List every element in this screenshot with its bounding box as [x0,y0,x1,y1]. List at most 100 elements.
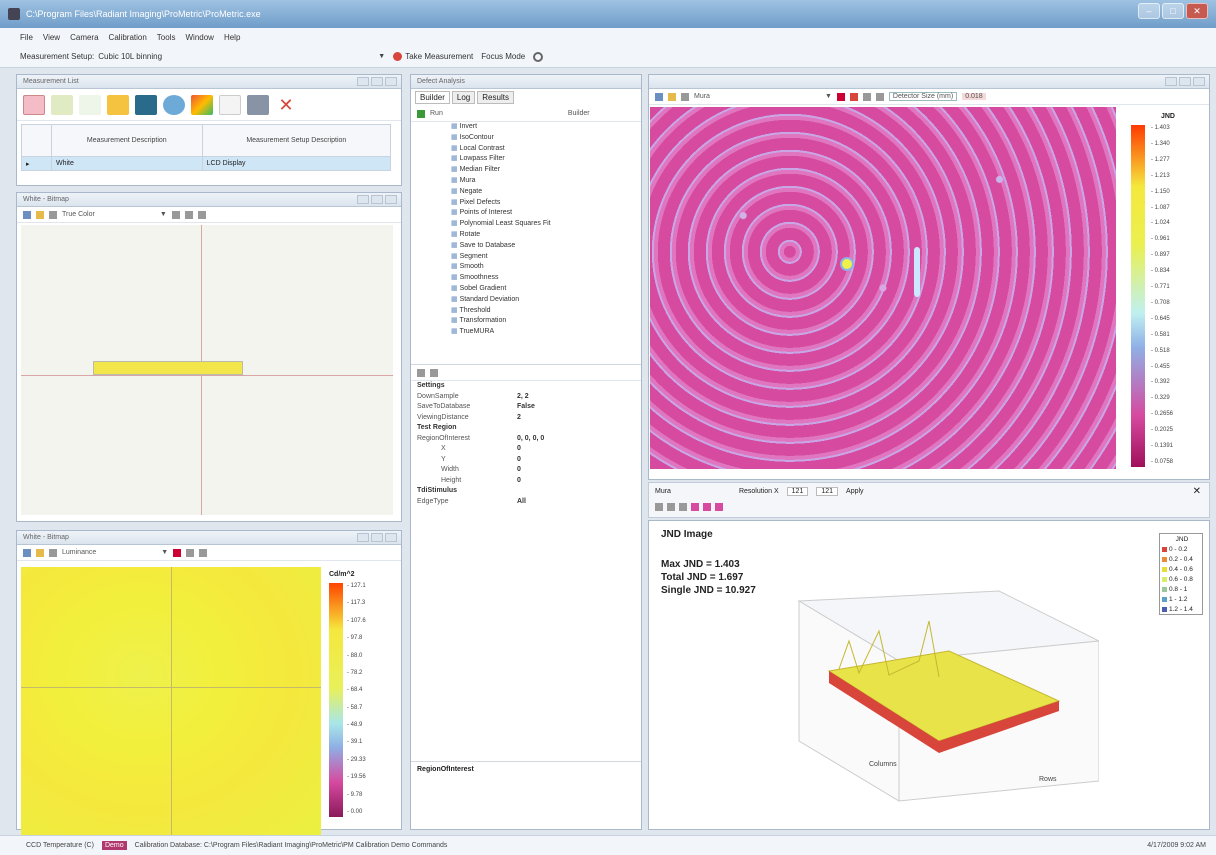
copy-icon[interactable] [681,92,689,101]
chevron-down-icon[interactable]: ▼ [160,211,167,218]
property-row[interactable]: Height 0 [411,476,641,487]
close-icon[interactable]: ✕ [1193,486,1201,497]
resolution-x-input[interactable]: 121 [786,486,809,496]
tree-item[interactable]: Smoothness [451,273,641,284]
property-row[interactable]: X0 [411,444,641,455]
panel-close-button[interactable] [385,77,397,86]
tree-item[interactable]: Threshold [451,306,641,317]
luminance-image[interactable] [21,567,321,835]
zoom-in-icon[interactable] [862,92,871,101]
panel-maximize-button[interactable] [371,533,383,542]
chevron-down-icon[interactable]: ▼ [378,53,385,60]
take-measurement-button[interactable]: Take Measurement [393,52,473,61]
panel-close-button[interactable] [385,195,397,204]
zoom-in-icon[interactable] [184,210,193,219]
tree-item[interactable]: Local Contrast [451,144,641,155]
property-row[interactable]: DownSample 2, 2 [411,392,641,403]
panel-maximize-button[interactable] [1179,77,1191,86]
analyze-icon[interactable] [51,94,73,115]
print-icon[interactable] [655,503,663,511]
property-row[interactable]: Y0 [411,455,641,466]
color-icon[interactable] [191,94,213,115]
palette-icon[interactable] [715,503,723,511]
mode-select[interactable]: True Color [62,211,95,218]
false-color-icon[interactable] [836,92,845,101]
mode-select[interactable]: Mura [694,93,710,100]
tree-item[interactable]: Smooth [451,262,641,273]
tab-log[interactable]: Log [451,91,476,104]
tree-item[interactable]: Polynomial Least Squares Fit [451,219,641,230]
open-icon[interactable] [36,210,44,219]
save-icon[interactable] [655,92,663,101]
tree-item[interactable]: TrueMURA [451,327,641,338]
panel-close-button[interactable] [1193,77,1205,86]
zoom-out-icon[interactable] [197,210,206,219]
detector-size-input[interactable]: 0.018 [962,93,986,100]
delete-icon[interactable]: ✕ [275,95,297,115]
menu-file[interactable]: File [20,33,33,42]
panel-minimize-button[interactable] [357,77,369,86]
categorized-icon[interactable] [417,368,425,377]
panel-maximize-button[interactable] [371,77,383,86]
close-button[interactable]: ✕ [1186,3,1208,19]
stimulus-section[interactable]: TdiStimulus [411,486,457,497]
new-measurement-icon[interactable] [23,94,45,115]
line-chart-icon[interactable] [79,94,101,115]
builder-button[interactable]: Builder [568,110,590,117]
tree-item[interactable]: Rotate [451,230,641,241]
apply-button[interactable]: Apply [846,488,864,495]
false-color-icon[interactable] [173,548,182,557]
image-icon[interactable] [135,94,157,115]
run-icon[interactable] [417,109,425,118]
results-mode-select[interactable]: Mura [655,488,671,495]
tab-builder[interactable]: Builder [415,91,450,104]
maximize-button[interactable]: □ [1162,3,1184,19]
property-row[interactable]: SaveToDatabase False [411,402,641,413]
tree-item[interactable]: Save to Database [451,241,641,252]
tree-item[interactable]: Segment [451,252,641,263]
menu-view[interactable]: View [43,33,60,42]
table-row[interactable]: ▸ White LCD Display [21,156,392,171]
test-region-section[interactable]: Test Region [411,423,457,434]
copy-icon[interactable] [49,210,57,219]
true-color-image[interactable] [21,225,393,515]
tree-item[interactable]: Pixel Defects [451,198,641,209]
tree-item[interactable]: IsoContour [451,133,641,144]
alphabetical-icon[interactable] [430,368,438,377]
open-icon[interactable] [36,548,44,557]
tree-item[interactable]: Invert [451,122,641,133]
tree-item[interactable]: Standard Deviation [451,295,641,306]
zoom-out-icon[interactable] [875,92,884,101]
tab-results[interactable]: Results [477,91,514,104]
zoom-out-icon[interactable] [199,548,208,557]
mode-select[interactable]: Luminance [62,549,96,556]
menu-window[interactable]: Window [185,33,213,42]
copy-icon[interactable] [49,548,57,557]
column-header-setup[interactable]: Measurement Setup Description [201,124,392,157]
run-button[interactable]: Run [430,110,443,117]
menu-tools[interactable]: Tools [157,33,176,42]
detector-size-button[interactable]: Detector Size (mm) [888,92,958,101]
measurement-setup-select[interactable]: Cubic 10L binning [98,52,258,61]
report-icon[interactable] [247,94,269,115]
zoom-fit-icon[interactable] [171,210,180,219]
mura-image[interactable] [650,107,1116,469]
property-row[interactable]: EdgeType All [411,497,641,508]
operation-tree[interactable]: InvertIsoContourLocal ContrastLowpass Fi… [411,122,641,365]
minimize-button[interactable]: – [1138,3,1160,19]
column-header-description[interactable]: Measurement Description [51,124,203,157]
rotate-icon[interactable] [667,503,675,511]
chevron-down-icon[interactable]: ▼ [161,549,168,556]
panel-minimize-button[interactable] [357,195,369,204]
note-icon[interactable] [219,94,241,115]
menu-camera[interactable]: Camera [70,33,98,42]
tree-item[interactable]: Lowpass Filter [451,154,641,165]
tree-item[interactable]: Sobel Gradient [451,284,641,295]
property-row[interactable]: ViewingDistance 2 [411,413,641,424]
property-row[interactable]: Width 0 [411,465,641,476]
palette-icon[interactable] [691,503,699,511]
palette-icon[interactable] [703,503,711,511]
panel-minimize-button[interactable] [357,533,369,542]
histogram-icon[interactable] [107,94,129,115]
delete-icon[interactable] [849,92,858,101]
